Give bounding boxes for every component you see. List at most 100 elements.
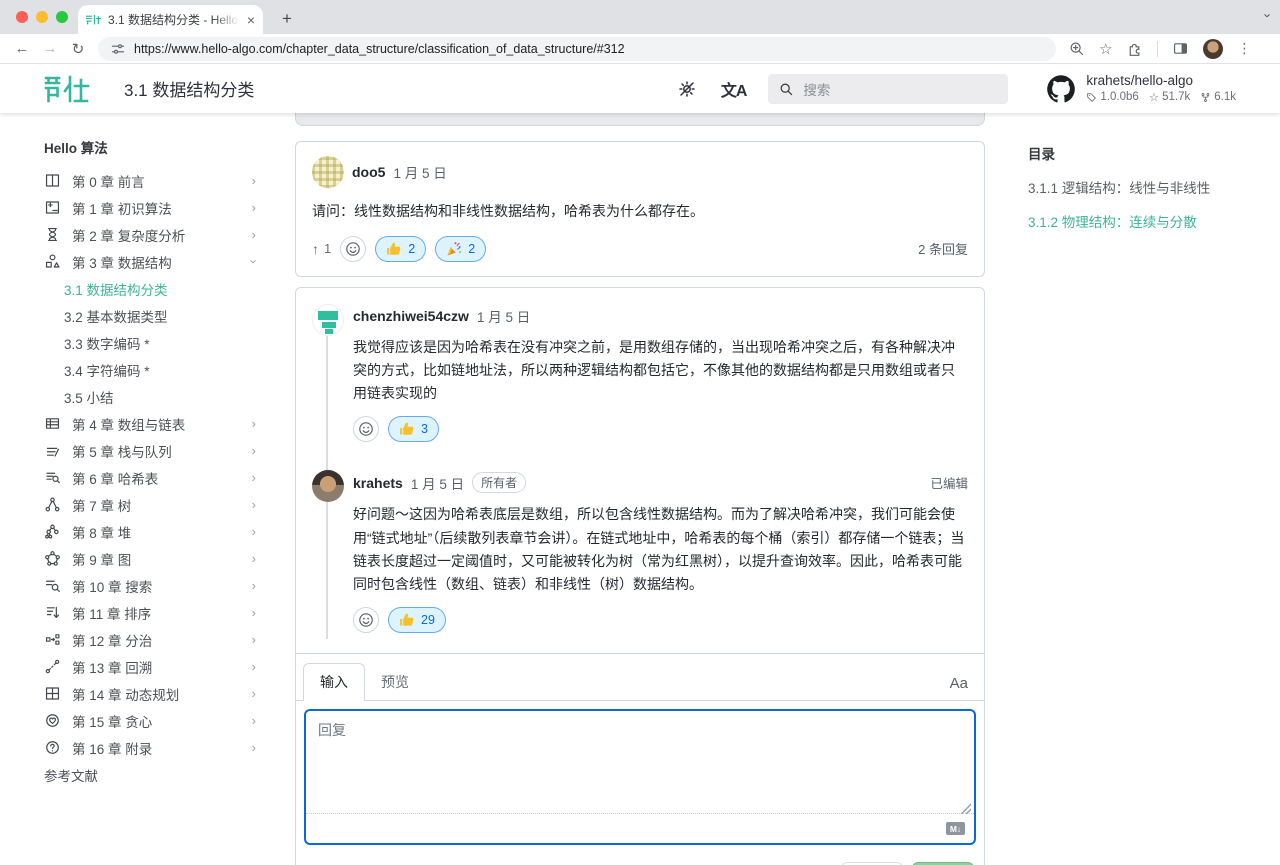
page-title: 3.1 数据结构分类 — [124, 76, 254, 101]
sidebar-item-chapter-8[interactable]: 第 8 章 堆› — [44, 518, 260, 545]
sidebar-item-chapter-16[interactable]: 第 16 章 附录› — [44, 734, 260, 761]
sidebar-item-chapter-9[interactable]: 第 9 章 图› — [44, 545, 260, 572]
sidebar-item-chapter-15[interactable]: 第 15 章 贪心› — [44, 707, 260, 734]
sidebar-item-3-4[interactable]: 3.4 字符编码 * — [44, 356, 260, 383]
sidebar-item-chapter-0[interactable]: 第 0 章 前言› — [44, 167, 260, 194]
avatar[interactable] — [312, 304, 344, 336]
hello-algo-logo[interactable] — [44, 74, 90, 104]
sidebar-item-chapter-3[interactable]: 第 3 章 数据结构› — [44, 248, 260, 275]
add-reaction-button[interactable] — [353, 416, 379, 442]
profile-avatar[interactable] — [1203, 39, 1223, 59]
chevron-right-icon: › — [252, 659, 256, 674]
toc-item-3-1-1[interactable]: 3.1.1 逻辑结构：线性与非线性 — [1028, 177, 1263, 197]
sidebar-item-chapter-10[interactable]: 第 10 章 搜索› — [44, 572, 260, 599]
graph-icon — [44, 550, 61, 567]
theme-toggle-icon[interactable] — [677, 79, 697, 99]
avatar[interactable] — [312, 156, 344, 188]
chapter-nav-sidebar: Hello 算法 第 0 章 前言› 第 1 章 初识算法› 第 2 章 复杂度… — [44, 137, 260, 788]
star-icon: ☆ — [1149, 90, 1159, 104]
github-repo-link[interactable]: krahets/hello-algo 1.0.0b6 ☆51.7k 6.1k — [1046, 73, 1236, 104]
sidebar-item-chapter-13[interactable]: 第 13 章 回溯› — [44, 653, 260, 680]
reaction-thumbs-up[interactable]: 29 — [388, 607, 446, 633]
repo-forks: 6.1k — [1214, 91, 1236, 103]
comment-author[interactable]: doo5 — [352, 164, 385, 180]
search-icon — [44, 577, 61, 594]
reply-author[interactable]: krahets — [353, 475, 403, 491]
sidebar-item-3-1[interactable]: 3.1 数据结构分类 — [44, 275, 260, 302]
add-reaction-button[interactable] — [353, 607, 379, 633]
sidebar-item-chapter-7[interactable]: 第 7 章 树› — [44, 491, 260, 518]
repo-version: 1.0.0b6 — [1100, 91, 1138, 103]
tab-write[interactable]: 输入 — [303, 663, 365, 701]
greedy-icon — [44, 712, 61, 729]
reply-date[interactable]: 1 月 5 日 — [477, 306, 530, 326]
browser-tab-strip: 3.1 数据结构分类 - Hello 算法 × + › — [0, 0, 1280, 34]
site-settings-icon[interactable] — [110, 41, 126, 57]
macos-fullscreen-button[interactable] — [56, 11, 68, 23]
sidebar-item-chapter-14[interactable]: 第 14 章 动态规划› — [44, 680, 260, 707]
reaction-party-popper[interactable]: 2 — [435, 236, 486, 262]
address-bar[interactable]: https://www.hello-algo.com/chapter_data_… — [98, 37, 1056, 61]
reaction-thumbs-up[interactable]: 3 — [388, 416, 439, 442]
reply-author[interactable]: chenzhiwei54czw — [353, 308, 469, 324]
back-button[interactable]: ← — [8, 40, 36, 57]
replies-card: chenzhiwei54czw 1 月 5 日 我觉得应该是因为哈希表在没有冲突… — [295, 287, 985, 865]
array-icon — [44, 415, 61, 432]
sidebar-item-3-2[interactable]: 3.2 基本数据类型 — [44, 302, 260, 329]
appendix-icon — [44, 739, 61, 756]
forward-button[interactable]: → — [36, 40, 64, 57]
reply-body: 好问题～这因为哈希表底层是数组，所以包含线性数据结构。而为了解决哈希冲突，我们可… — [353, 503, 968, 596]
add-reaction-button[interactable] — [340, 236, 366, 262]
chevron-right-icon: › — [252, 524, 256, 539]
shapes-icon — [44, 253, 61, 270]
sidebar-item-chapter-4[interactable]: 第 4 章 数组与链表› — [44, 410, 260, 437]
sidebar-item-chapter-11[interactable]: 第 11 章 排序› — [44, 599, 260, 626]
extensions-icon[interactable] — [1126, 40, 1143, 57]
bookmark-star-icon[interactable]: ☆ — [1099, 40, 1112, 58]
macos-close-button[interactable] — [16, 11, 28, 23]
sidebar-item-chapter-6[interactable]: 第 6 章 哈希表› — [44, 464, 260, 491]
site-favicon-icon — [86, 13, 101, 26]
smiley-icon — [345, 241, 361, 257]
markdown-icon: M↓ — [946, 822, 965, 835]
reaction-thumbs-up[interactable]: 2 — [375, 236, 426, 262]
url-text: https://www.hello-algo.com/chapter_data_… — [134, 42, 625, 56]
search-input[interactable]: 搜索 — [768, 74, 1008, 104]
chevron-down-icon: › — [246, 259, 261, 263]
browser-tab[interactable]: 3.1 数据结构分类 - Hello 算法 × — [78, 5, 263, 34]
sidebar-item-chapter-12[interactable]: 第 12 章 分治› — [44, 626, 260, 653]
tab-close-icon[interactable]: × — [247, 13, 255, 27]
comment-date[interactable]: 1 月 5 日 — [393, 162, 446, 182]
dp-icon — [44, 685, 61, 702]
chevron-right-icon: › — [252, 578, 256, 593]
new-tab-button[interactable]: + — [275, 7, 299, 31]
avatar[interactable] — [312, 470, 344, 502]
side-panel-icon[interactable] — [1172, 40, 1189, 57]
text-format-icon[interactable]: Aa — [950, 675, 976, 700]
reload-button[interactable]: ↻ — [64, 40, 92, 58]
toc-title: 目录 — [1028, 143, 1263, 163]
upvote-arrow-icon: ↑ — [312, 241, 319, 257]
sidebar-item-chapter-2[interactable]: 第 2 章 复杂度分析› — [44, 221, 260, 248]
tab-preview[interactable]: 预览 — [365, 664, 425, 700]
sidebar-item-references[interactable]: 参考文献 — [44, 761, 260, 788]
chevron-right-icon: › — [252, 416, 256, 431]
macos-minimize-button[interactable] — [36, 11, 48, 23]
version-tag-icon — [1086, 92, 1097, 103]
sidebar-item-chapter-1[interactable]: 第 1 章 初识算法› — [44, 194, 260, 221]
reply-textarea[interactable] — [306, 711, 974, 813]
upvote-button[interactable]: ↑ 1 — [312, 241, 331, 257]
language-switch-icon[interactable]: 文A — [721, 77, 747, 101]
tab-search-icon[interactable]: › — [1260, 13, 1275, 17]
sidebar-item-chapter-5[interactable]: 第 5 章 栈与队列› — [44, 437, 260, 464]
chevron-right-icon: › — [252, 470, 256, 485]
comment-body: 请问：线性数据结构和非线性数据结构，哈希表为什么都存在。 — [312, 200, 968, 223]
reply-date[interactable]: 1 月 5 日 — [411, 473, 464, 493]
chrome-menu-icon[interactable]: ⋮ — [1237, 40, 1251, 57]
toolbar-divider — [1157, 41, 1158, 57]
sidebar-item-3-5[interactable]: 3.5 小结 — [44, 383, 260, 410]
edited-label: 已编辑 — [930, 473, 968, 492]
toc-item-3-1-2[interactable]: 3.1.2 物理结构：连续与分散 — [1028, 211, 1263, 231]
zoom-icon[interactable] — [1068, 40, 1085, 57]
sidebar-item-3-3[interactable]: 3.3 数字编码 * — [44, 329, 260, 356]
